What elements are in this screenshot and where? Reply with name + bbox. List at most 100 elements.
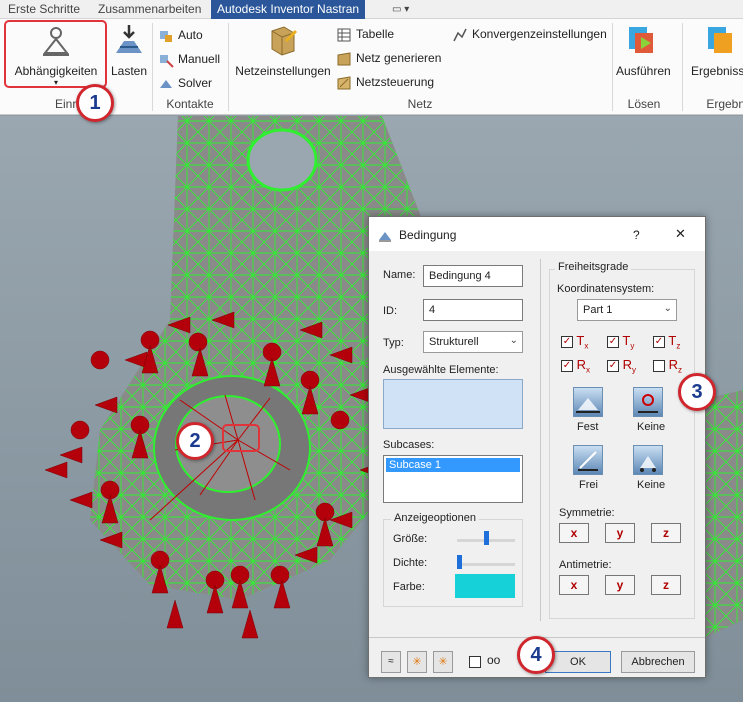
dof-rx-checkbox[interactable]: ✓: [561, 359, 573, 372]
farbe-label: Farbe:: [393, 581, 425, 593]
no-rotation-icon: [638, 394, 658, 413]
run-analysis-icon: [629, 27, 653, 53]
elements-label: Ausgewählte Elemente:: [383, 364, 499, 376]
netz-generieren-button[interactable]: Netz generieren: [336, 48, 441, 68]
groesse-slider-thumb[interactable]: [484, 531, 489, 545]
dof-ty-checkbox[interactable]: ✓: [607, 335, 619, 348]
ergebnisse-button[interactable]: Ergebnisse: [686, 23, 743, 78]
antimetrie-x-button[interactable]: x: [559, 575, 589, 595]
ribbon-separator: [682, 23, 683, 111]
dof-rx[interactable]: ✓ Rx: [561, 357, 590, 375]
netzeinstellungen-button[interactable]: Netzeinstellungen: [234, 23, 332, 78]
fixed-support-icon: [576, 398, 600, 413]
kontakt-solver-button[interactable]: Solver: [158, 73, 212, 93]
tab-inventor-nastran[interactable]: Autodesk Inventor Nastran: [211, 0, 366, 19]
constraint-dialog-icon: [379, 232, 391, 242]
typ-select[interactable]: Strukturell ⌄: [423, 331, 523, 353]
ribbon-separator: [612, 23, 613, 111]
group-label-netz: Netz: [407, 97, 433, 111]
groesse-label: Größe:: [393, 533, 428, 545]
fest-label: Fest: [577, 421, 599, 433]
chevron-down-icon: ⌄: [663, 303, 672, 314]
dof-ry-checkbox[interactable]: ✓: [607, 359, 619, 372]
help-button[interactable]: ?: [633, 228, 640, 242]
mesh-settings-icon: [271, 26, 298, 56]
abbrechen-button[interactable]: Abbrechen: [621, 651, 695, 673]
bedingung-dialog: Bedingung ? ✕ Name: Bedingung 4 ID: 4 Ty…: [368, 216, 706, 678]
load-icon: [116, 25, 142, 53]
free-support-icon: [578, 451, 598, 471]
subcases-list[interactable]: Subcase 1: [383, 455, 523, 503]
collapse-button[interactable]: ≈: [381, 651, 401, 673]
workspace-dropdown-icon[interactable]: ▭ ▾: [386, 0, 415, 19]
dichte-label: Dichte:: [393, 557, 428, 569]
subcase-item[interactable]: Subcase 1: [386, 458, 520, 472]
display-options-label: Anzeigeoptionen: [391, 512, 479, 524]
apply-all-button[interactable]: ✳: [433, 651, 453, 673]
dof-rz[interactable]: Rz: [653, 357, 682, 375]
antimetrie-label: Antimetrie:: [559, 559, 612, 571]
kontakt-auto-button[interactable]: Auto: [158, 25, 203, 45]
close-icon[interactable]: ✕: [675, 226, 686, 242]
tabelle-button[interactable]: Tabelle: [336, 24, 394, 44]
koord-select[interactable]: Part 1 ⌄: [577, 299, 677, 321]
id-label: ID:: [383, 305, 398, 317]
keine-label-2: Keine: [637, 479, 666, 491]
ausfuehren-button[interactable]: Ausführen: [616, 23, 671, 78]
dof-tx-checkbox[interactable]: ✓: [561, 335, 573, 348]
results-icon: [708, 27, 732, 53]
dof-ry[interactable]: ✓ Ry: [607, 357, 636, 375]
group-label-kontakte: Kontakte: [166, 97, 214, 111]
lasten-button[interactable]: Lasten: [108, 23, 150, 78]
apply-color-button[interactable]: ✳: [407, 651, 427, 673]
group-label-loesen: Lösen: [627, 97, 661, 111]
kontakt-manuell-button[interactable]: Manuell: [158, 49, 220, 69]
subcases-label: Subcases:: [383, 439, 435, 451]
frei-button[interactable]: [573, 445, 603, 475]
ribbon-separator: [152, 23, 153, 111]
dialog-title: Bedingung: [399, 228, 457, 242]
keine-rotation-button[interactable]: [633, 387, 663, 417]
callout-2: 2: [176, 422, 214, 460]
manual-contact-icon: [160, 54, 174, 68]
callout-3: 3: [678, 373, 716, 411]
symmetrie-label: Symmetrie:: [559, 507, 615, 519]
fest-button[interactable]: [573, 387, 603, 417]
name-label: Name:: [383, 269, 416, 281]
antimetrie-y-button[interactable]: y: [605, 575, 635, 595]
selected-elements-box[interactable]: [383, 379, 523, 429]
dof-ty[interactable]: ✓ Ty: [607, 333, 634, 351]
konvergenz-button[interactable]: Konvergenzeinstellungen: [452, 24, 607, 44]
dof-rz-checkbox[interactable]: [653, 359, 665, 372]
tab-zusammenarbeiten[interactable]: Zusammenarbeiten: [92, 0, 207, 19]
dichte-slider[interactable]: [457, 563, 515, 566]
dof-tz[interactable]: ✓ Tz: [653, 333, 680, 351]
mesh-control-icon: [337, 76, 351, 90]
dof-group-label: Freiheitsgrade: [555, 261, 632, 273]
dof-tz-checkbox[interactable]: ✓: [653, 335, 665, 348]
table-icon: [337, 28, 351, 42]
pinned-support-icon: [640, 456, 656, 472]
highlight-selected-hole: [222, 424, 260, 452]
auto-contact-icon: [160, 30, 172, 42]
symmetrie-x-button[interactable]: x: [559, 523, 589, 543]
symmetrie-y-button[interactable]: y: [605, 523, 635, 543]
dof-tx[interactable]: ✓ Tx: [561, 333, 588, 351]
symmetrie-z-button[interactable]: z: [651, 523, 681, 543]
keine-translation-button[interactable]: [633, 445, 663, 475]
callout-4: 4: [517, 636, 555, 674]
name-field[interactable]: Bedingung 4: [423, 265, 523, 287]
netzsteuerung-button[interactable]: Netzsteuerung: [336, 72, 434, 92]
callout-1: 1: [76, 84, 114, 122]
tab-erste-schritte[interactable]: Erste Schritte: [2, 0, 86, 19]
antimetrie-z-button[interactable]: z: [651, 575, 681, 595]
preview-checkbox[interactable]: [469, 656, 481, 668]
farbe-swatch[interactable]: [455, 574, 515, 598]
ribbon-tab-bar: Erste Schritte Zusammenarbeiten Autodesk…: [0, 0, 743, 19]
chevron-down-icon: ⌄: [509, 335, 518, 346]
convergence-icon: [453, 28, 467, 42]
id-field[interactable]: 4: [423, 299, 523, 321]
dichte-slider-thumb[interactable]: [457, 555, 462, 569]
dialog-titlebar: Bedingung ? ✕: [369, 217, 705, 251]
solver-contact-icon: [160, 79, 172, 88]
